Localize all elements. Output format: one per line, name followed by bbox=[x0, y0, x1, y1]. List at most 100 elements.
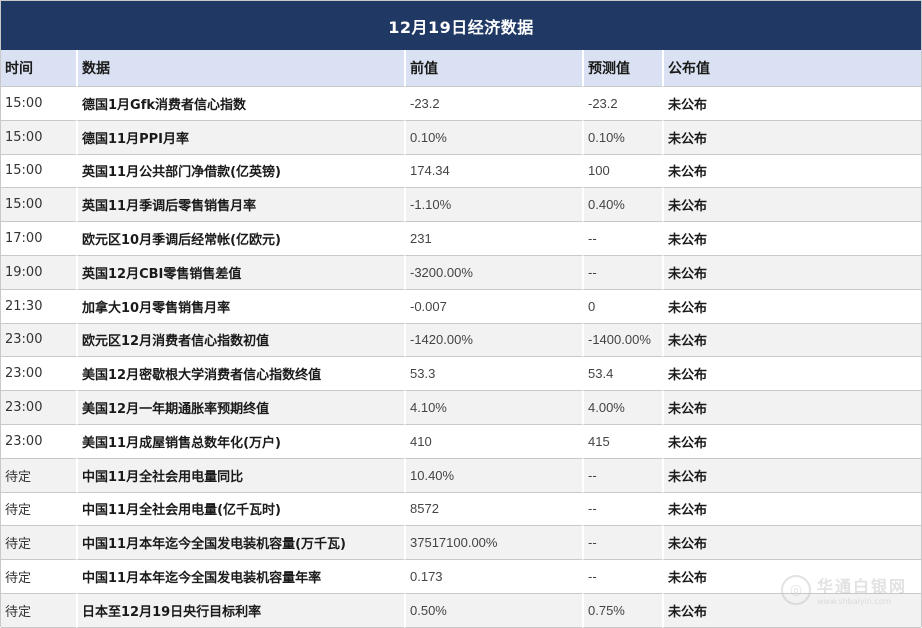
cell-forecast: 0 bbox=[582, 289, 662, 324]
cell-published: 未公布 bbox=[662, 289, 921, 324]
cell-prev: 410 bbox=[404, 424, 582, 459]
cell-forecast: 53.4 bbox=[582, 357, 662, 392]
cell-published: 未公布 bbox=[662, 593, 921, 628]
cell-published: 未公布 bbox=[662, 391, 921, 425]
cell-forecast: -1400.00% bbox=[582, 323, 662, 358]
cell-forecast: -- bbox=[582, 255, 662, 290]
cell-published: 未公布 bbox=[662, 222, 921, 256]
cell-time: 19:00 bbox=[1, 255, 76, 290]
table-title: 12月19日经济数据 bbox=[1, 1, 921, 50]
cell-time: 15:00 bbox=[1, 120, 76, 155]
table-row: 待定 中国11月全社会用电量(亿千瓦时) 8572 -- 未公布 bbox=[1, 492, 921, 527]
header-data: 数据 bbox=[76, 50, 404, 87]
cell-published: 未公布 bbox=[662, 560, 921, 594]
table-row: 21:30 加拿大10月零售销售月率 -0.007 0 未公布 bbox=[1, 289, 921, 324]
cell-time: 待定 bbox=[1, 526, 76, 561]
cell-data-name: 中国11月本年迄今全国发电装机容量(万千瓦) bbox=[76, 526, 404, 561]
cell-data-name: 美国12月一年期通胀率预期终值 bbox=[76, 391, 404, 425]
cell-published: 未公布 bbox=[662, 492, 921, 527]
cell-prev: 0.50% bbox=[404, 593, 582, 628]
cell-time: 23:00 bbox=[1, 323, 76, 358]
table-row: 23:00 美国12月一年期通胀率预期终值 4.10% 4.00% 未公布 bbox=[1, 391, 921, 425]
table-row: 19:00 英国12月CBI零售销售差值 -3200.00% -- 未公布 bbox=[1, 255, 921, 290]
table-row: 15:00 德国1月Gfk消费者信心指数 -23.2 -23.2 未公布 bbox=[1, 87, 921, 121]
cell-data-name: 加拿大10月零售销售月率 bbox=[76, 289, 404, 324]
cell-published: 未公布 bbox=[662, 154, 921, 189]
cell-data-name: 德国1月Gfk消费者信心指数 bbox=[76, 87, 404, 121]
cell-forecast: -- bbox=[582, 458, 662, 493]
cell-forecast: 0.75% bbox=[582, 593, 662, 628]
header-forecast: 预测值 bbox=[582, 50, 662, 87]
cell-data-name: 中国11月全社会用电量(亿千瓦时) bbox=[76, 492, 404, 527]
cell-published: 未公布 bbox=[662, 526, 921, 561]
cell-data-name: 中国11月本年迄今全国发电装机容量年率 bbox=[76, 560, 404, 594]
table-row: 待定 日本至12月19日央行目标利率 0.50% 0.75% 未公布 bbox=[1, 593, 921, 628]
cell-forecast: -- bbox=[582, 526, 662, 561]
cell-published: 未公布 bbox=[662, 323, 921, 358]
cell-forecast: -23.2 bbox=[582, 87, 662, 121]
cell-forecast: 0.40% bbox=[582, 188, 662, 223]
cell-published: 未公布 bbox=[662, 357, 921, 392]
cell-time: 待定 bbox=[1, 492, 76, 527]
table-row: 23:00 欧元区12月消费者信心指数初值 -1420.00% -1400.00% 未公… bbox=[1, 323, 921, 358]
table-row: 待定 中国11月全社会用电量同比 10.40% -- 未公布 bbox=[1, 458, 921, 493]
cell-time: 待定 bbox=[1, 593, 76, 628]
cell-forecast: -- bbox=[582, 222, 662, 256]
table-row: 15:00 英国11月公共部门净借款(亿英镑) 174.34 100 未公布 bbox=[1, 154, 921, 189]
cell-forecast: -- bbox=[582, 492, 662, 527]
cell-forecast: 415 bbox=[582, 424, 662, 459]
cell-published: 未公布 bbox=[662, 458, 921, 493]
cell-data-name: 英国11月公共部门净借款(亿英镑) bbox=[76, 154, 404, 189]
cell-data-name: 德国11月PPI月率 bbox=[76, 120, 404, 155]
table-row: 待定 中国11月本年迄今全国发电装机容量(万千瓦) 37517100.00% -- 未公… bbox=[1, 526, 921, 561]
cell-prev: -23.2 bbox=[404, 87, 582, 121]
cell-data-name: 欧元区10月季调后经常帐(亿欧元) bbox=[76, 222, 404, 256]
cell-prev: 8572 bbox=[404, 492, 582, 527]
table-row: 17:00 欧元区10月季调后经常帐(亿欧元) 231 -- 未公布 bbox=[1, 222, 921, 256]
cell-prev: -0.007 bbox=[404, 289, 582, 324]
cell-data-name: 日本至12月19日央行目标利率 bbox=[76, 593, 404, 628]
cell-forecast: 0.10% bbox=[582, 120, 662, 155]
cell-prev: 37517100.00% bbox=[404, 526, 582, 561]
cell-time: 待定 bbox=[1, 458, 76, 493]
cell-data-name: 英国11月季调后零售销售月率 bbox=[76, 188, 404, 223]
cell-published: 未公布 bbox=[662, 120, 921, 155]
cell-time: 23:00 bbox=[1, 357, 76, 392]
cell-time: 17:00 bbox=[1, 222, 76, 256]
economic-data-table: 时间 数据 前值 预测值 公布值 15:00 德国1月Gfk消费者信心指数 -23.… bbox=[1, 50, 921, 628]
cell-data-name: 美国11月成屋销售总数年化(万户) bbox=[76, 424, 404, 459]
header-time: 时间 bbox=[1, 50, 76, 87]
cell-prev: 0.10% bbox=[404, 120, 582, 155]
cell-prev: 10.40% bbox=[404, 458, 582, 493]
cell-prev: 231 bbox=[404, 222, 582, 256]
table-row: 23:00 美国11月成屋销售总数年化(万户) 410 415 未公布 bbox=[1, 424, 921, 459]
header-published: 公布值 bbox=[662, 50, 921, 87]
cell-time: 15:00 bbox=[1, 154, 76, 189]
cell-published: 未公布 bbox=[662, 255, 921, 290]
cell-data-name: 英国12月CBI零售销售差值 bbox=[76, 255, 404, 290]
cell-prev: -3200.00% bbox=[404, 255, 582, 290]
cell-data-name: 欧元区12月消费者信心指数初值 bbox=[76, 323, 404, 358]
header-prev: 前值 bbox=[404, 50, 582, 87]
cell-published: 未公布 bbox=[662, 188, 921, 223]
cell-time: 23:00 bbox=[1, 424, 76, 459]
table-row: 15:00 英国11月季调后零售销售月率 -1.10% 0.40% 未公布 bbox=[1, 188, 921, 223]
cell-prev: 4.10% bbox=[404, 391, 582, 425]
economic-data-card: 12月19日经济数据 时间 数据 前值 预测值 公布值 15:00 德国1月Gfk… bbox=[0, 0, 922, 628]
cell-prev: -1.10% bbox=[404, 188, 582, 223]
cell-prev: -1420.00% bbox=[404, 323, 582, 358]
cell-time: 15:00 bbox=[1, 188, 76, 223]
table-row: 待定 中国11月本年迄今全国发电装机容量年率 0.173 -- 未公布 bbox=[1, 560, 921, 594]
cell-data-name: 中国11月全社会用电量同比 bbox=[76, 458, 404, 493]
table-row: 23:00 美国12月密歇根大学消费者信心指数终值 53.3 53.4 未公布 bbox=[1, 357, 921, 392]
cell-prev: 53.3 bbox=[404, 357, 582, 392]
cell-prev: 0.173 bbox=[404, 560, 582, 594]
cell-time: 23:00 bbox=[1, 391, 76, 425]
cell-forecast: -- bbox=[582, 560, 662, 594]
cell-data-name: 美国12月密歇根大学消费者信心指数终值 bbox=[76, 357, 404, 392]
cell-forecast: 100 bbox=[582, 154, 662, 189]
cell-forecast: 4.00% bbox=[582, 391, 662, 425]
table-body: 15:00 德国1月Gfk消费者信心指数 -23.2 -23.2 未公布 15:00 德国1… bbox=[1, 87, 921, 628]
table-row: 15:00 德国11月PPI月率 0.10% 0.10% 未公布 bbox=[1, 120, 921, 155]
cell-time: 待定 bbox=[1, 560, 76, 594]
